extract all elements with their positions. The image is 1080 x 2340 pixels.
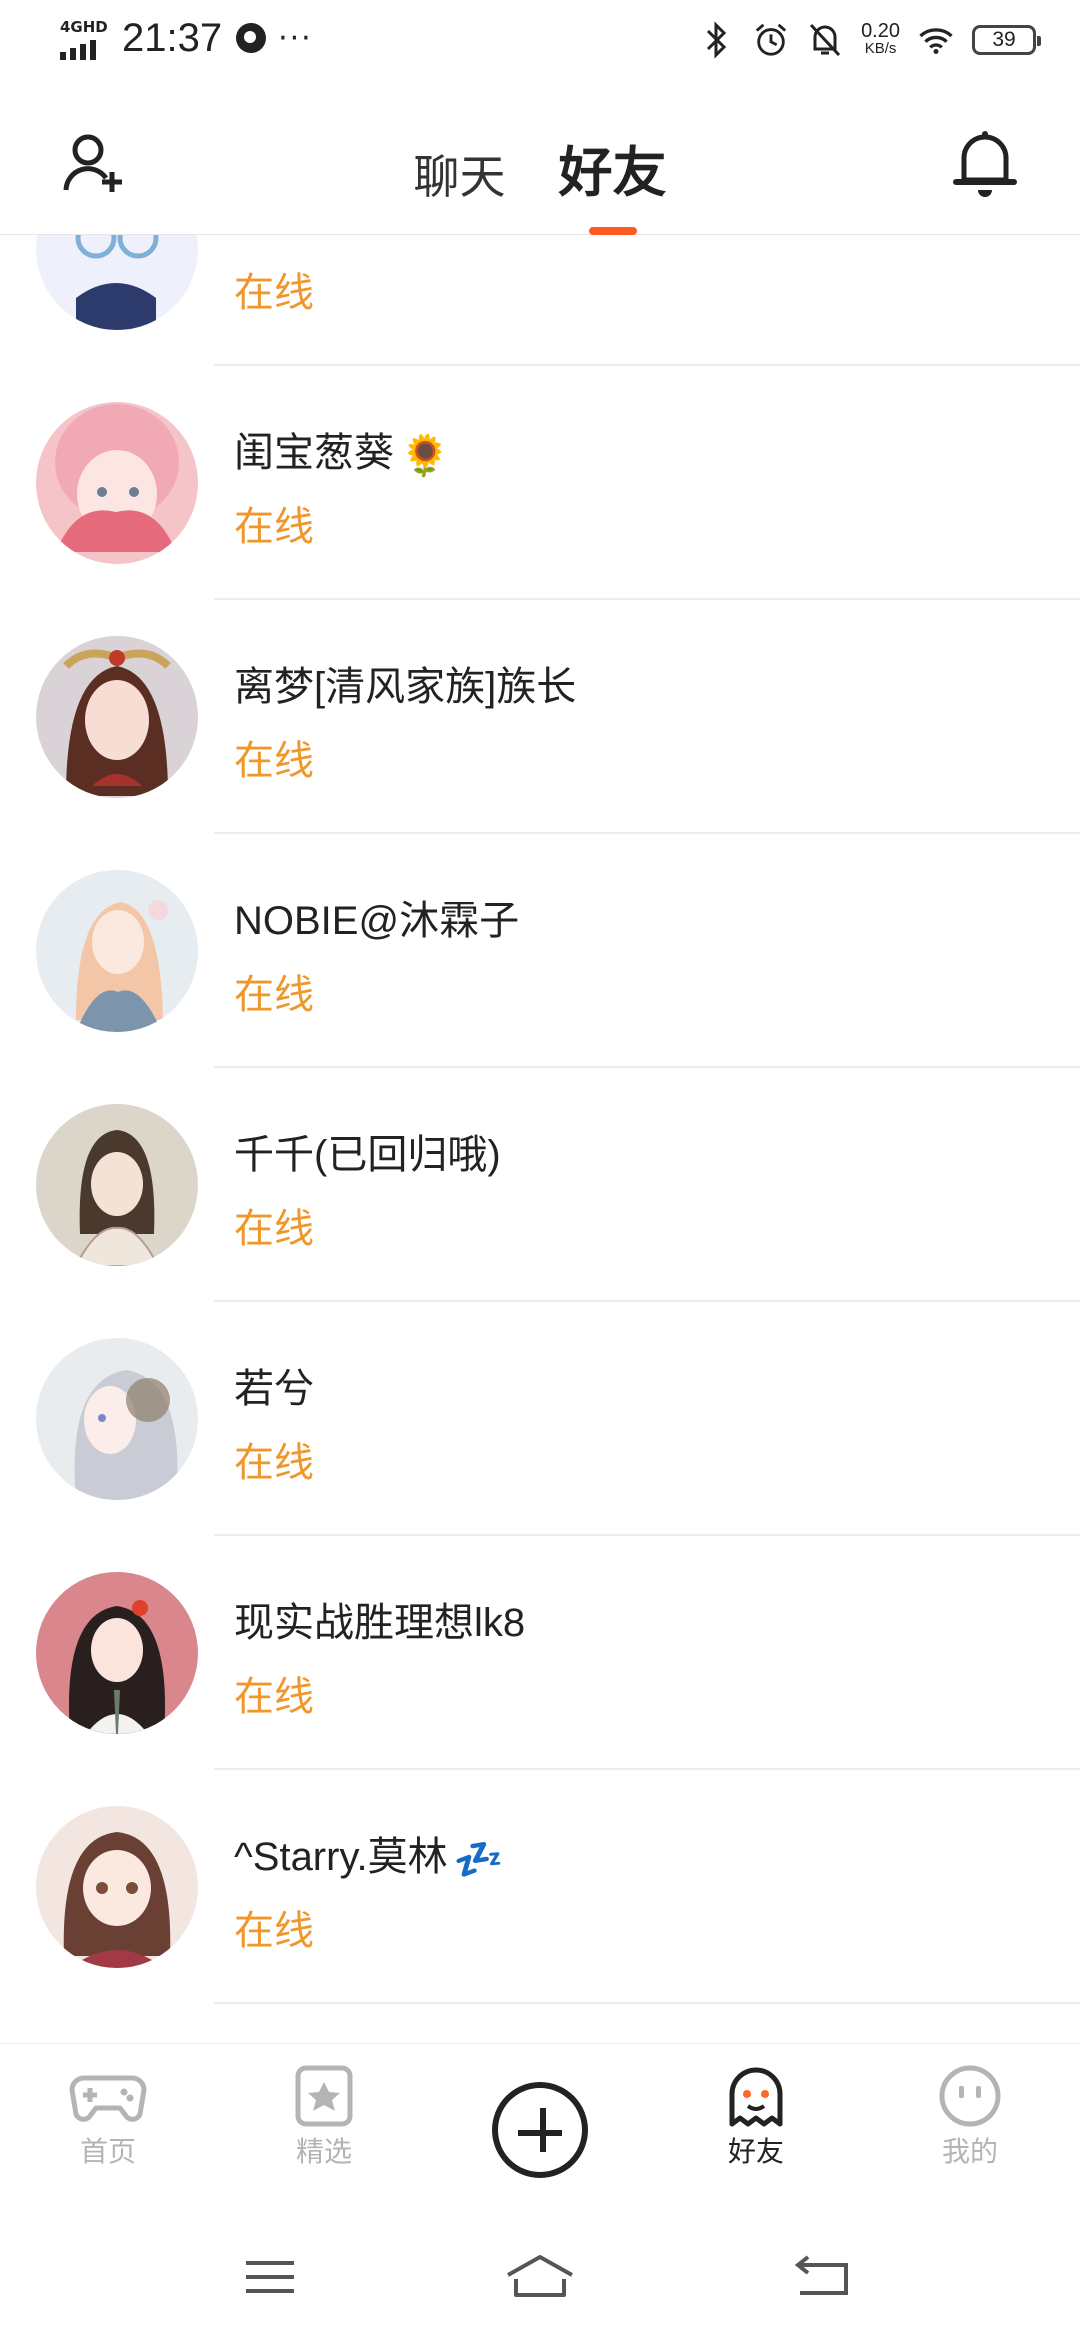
friend-row[interactable]: 若兮 在线 [0,1302,1080,1536]
tab-friends[interactable]: 好友 [558,128,667,235]
avatar[interactable] [36,1338,198,1500]
friend-row[interactable]: 闺宝葱葵 🌻 在线 [0,366,1080,600]
avatar[interactable] [36,870,198,1032]
cellular-signal-icon: 4GHD [60,14,112,62]
nav-mine-label: 我的 [941,2135,998,2168]
clock: 21:37 [122,15,223,60]
status-bar: 4GHD 21:37 ··· 0.20 KB/s 39 [0,0,1080,86]
zzz-icon: 💤 [453,1837,504,1882]
online-status: 在线 [234,270,314,316]
friend-name-text: ^Starry.莫林 [234,1835,448,1879]
nav-home[interactable]: 首页 [38,2064,178,2170]
nav-home-label: 首页 [79,2135,136,2168]
friend-name: 若兮 [234,1367,314,1411]
bottom-navigation: 首页 精选 好友 我的 [0,2043,1080,2214]
avatar[interactable] [36,1806,198,1968]
active-tab-indicator [588,227,637,235]
bluetooth-icon [699,18,735,62]
more-notifications-icon: ··· [278,20,313,56]
friend-name: 千千(已回归哦) [234,1133,501,1177]
friend-row[interactable]: NOBIE@沐霖子 在线 [0,834,1080,1068]
nav-featured-label: 精选 [295,2135,352,2168]
back-icon[interactable] [770,2247,870,2307]
speed-unit: KB/s [864,40,897,57]
network-speed: 0.20 KB/s [861,20,900,58]
tab-chat[interactable]: 聊天 [413,141,505,207]
top-header: 聊天 好友 [0,86,1080,235]
friend-row[interactable]: 现实战胜理想lk8 在线 [0,1536,1080,1770]
friend-name-text: 闺宝葱葵 [234,431,394,475]
nav-friends-label: 好友 [686,2130,826,2178]
battery-icon: 39 [972,25,1041,55]
home-icon[interactable] [490,2247,590,2307]
friend-name: 现实战胜理想lk8 [234,1601,526,1645]
online-status: 在线 [234,1674,314,1720]
sunflower-icon: 🌻 [400,433,450,478]
friend-row[interactable]: 千千(已回归哦) 在线 [0,1068,1080,1302]
nav-featured[interactable]: 精选 [254,2064,394,2170]
wifi-icon [918,18,954,62]
top-tabs: 聊天 好友 [0,128,1080,235]
app-notification-icon [236,23,267,53]
friend-name: 闺宝葱葵 🌻 [234,420,450,479]
online-status: 在线 [234,504,314,550]
nav-mine[interactable]: 我的 [900,2064,1040,2170]
tab-friends-label: 好友 [558,141,667,204]
smiley-face-icon [939,2065,1001,2127]
mute-icon [807,18,843,62]
avatar[interactable] [36,1572,198,1734]
avatar[interactable] [36,1104,198,1266]
friend-name: NOBIE@沐霖子 [234,899,520,943]
battery-level: 39 [992,28,1016,51]
friend-row[interactable]: ^Starry.莫林 💤 在线 [0,1770,1080,2004]
speed-value: 0.20 [861,20,900,42]
create-post-button[interactable] [492,2082,588,2178]
friend-row[interactable]: 离梦[清风家族]族长 在线 [0,600,1080,834]
network-type: 4GHD [60,18,108,36]
friend-name: 离梦[清风家族]族长 [234,665,577,709]
friends-list: 在线 闺宝葱葵 🌻 在线 离梦[清风家族]族长 在线 NOBIE@沐霖子 在线 千… [0,132,1080,2004]
online-status: 在线 [234,1908,314,1954]
gamepad-icon [69,2075,147,2122]
ghost-icon [729,2067,783,2127]
divider [214,2002,1080,2004]
friend-name: ^Starry.莫林 💤 [234,1824,503,1883]
notification-bell-icon[interactable] [950,126,1020,202]
alarm-icon [753,18,789,62]
avatar[interactable] [36,402,198,564]
star-bookmark-icon [295,2065,353,2127]
system-navigation-bar [0,2213,1080,2340]
avatar[interactable] [36,636,198,798]
online-status: 在线 [234,738,314,784]
online-status: 在线 [234,972,314,1018]
nav-friends[interactable]: 好友 [686,2064,826,2178]
menu-icon[interactable] [220,2247,320,2307]
online-status: 在线 [234,1206,314,1252]
online-status: 在线 [234,1440,314,1486]
